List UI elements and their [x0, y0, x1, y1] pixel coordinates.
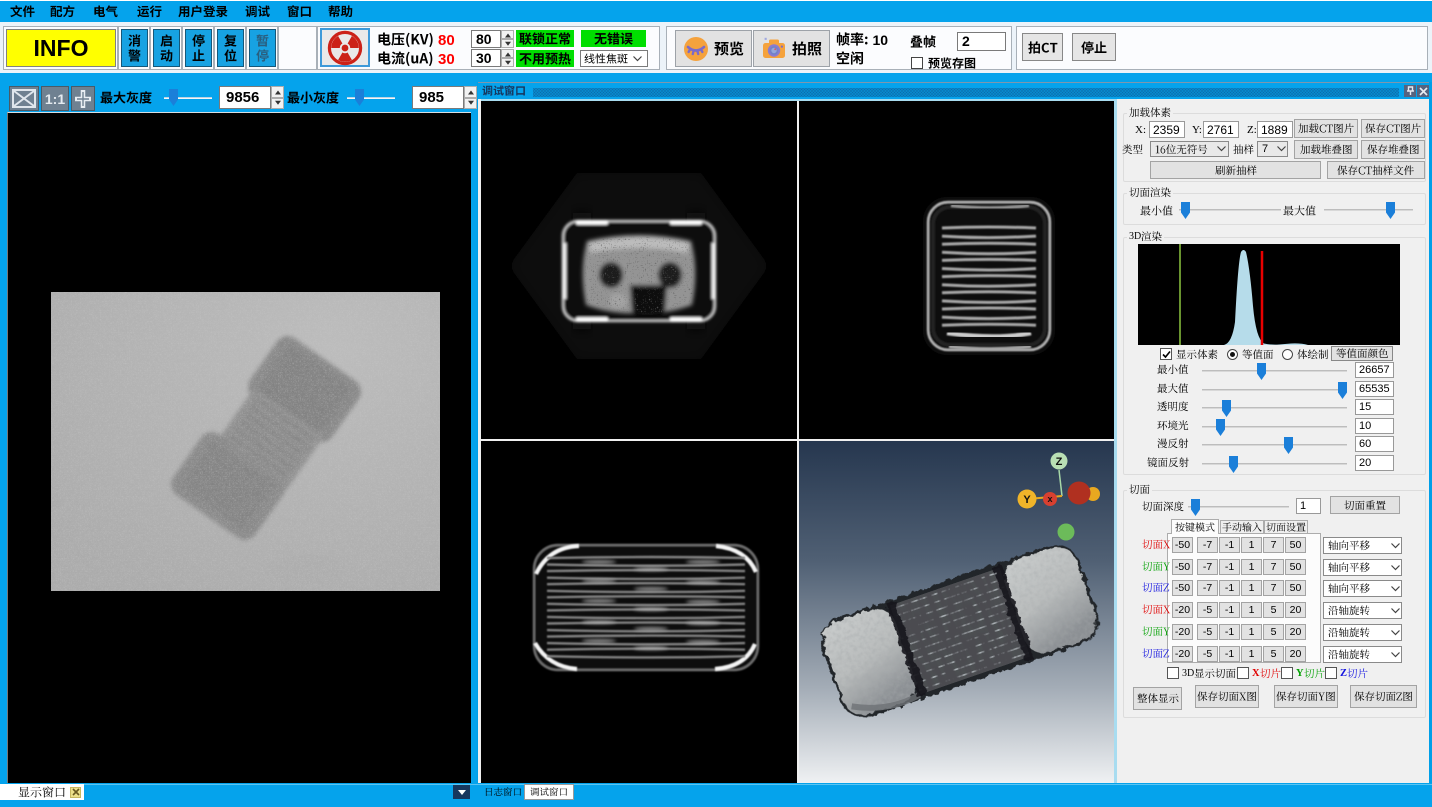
svg-text:x: x [1047, 494, 1052, 504]
svg-text:Y: Y [1023, 494, 1031, 506]
svg-text:Z: Z [1056, 456, 1063, 468]
